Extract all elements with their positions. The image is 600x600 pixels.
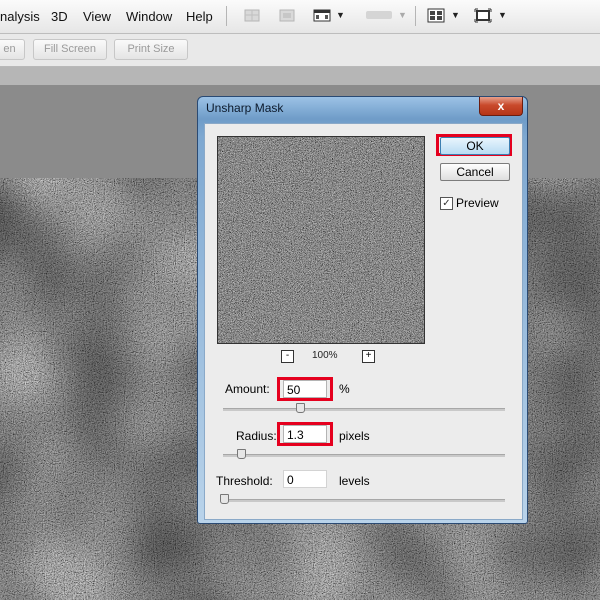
document-tab-strip xyxy=(0,67,600,85)
amount-slider-track[interactable] xyxy=(223,408,505,411)
threshold-label: Threshold: xyxy=(216,474,273,488)
guides-icon[interactable] xyxy=(243,8,261,23)
amount-field[interactable]: 50 xyxy=(283,380,327,398)
unsharp-mask-dialog: Unsharp Mask x - 100% + OK Cancel ✓ Prev… xyxy=(197,96,528,524)
threshold-slider-track[interactable] xyxy=(223,499,505,502)
screen-mode-icon[interactable] xyxy=(313,8,331,23)
menu-3d[interactable]: 3D xyxy=(51,9,68,24)
grid-icon[interactable] xyxy=(278,8,296,23)
preview-checkbox[interactable]: ✓ xyxy=(440,197,453,210)
amount-slider-thumb[interactable] xyxy=(296,403,306,413)
menu-help[interactable]: Help xyxy=(186,9,213,24)
dialog-close-button[interactable]: x xyxy=(479,97,523,116)
radius-field[interactable]: 1.3 xyxy=(283,425,327,443)
zoom-level: 100% xyxy=(312,350,338,361)
amount-label: Amount: xyxy=(225,382,270,396)
menu-analysis[interactable]: nalysis xyxy=(0,9,40,24)
threshold-field[interactable]: 0 xyxy=(283,470,327,488)
zoom-dropdown-icon[interactable]: ▼ xyxy=(398,10,407,20)
ok-button[interactable]: OK xyxy=(440,137,510,155)
radius-label: Radius: xyxy=(236,429,277,443)
menu-window[interactable]: Window xyxy=(126,9,172,24)
threshold-unit: levels xyxy=(339,474,370,488)
menu-bar: nalysis 3D View Window Help ▼ ▼ ▼ ▼ xyxy=(0,0,600,34)
screen-mode-dropdown-icon[interactable]: ▼ xyxy=(336,10,345,20)
screen-button[interactable]: en xyxy=(0,39,25,60)
print-size-button[interactable]: Print Size xyxy=(114,39,188,60)
arrange-documents-icon[interactable] xyxy=(427,8,445,23)
radius-slider-track[interactable] xyxy=(223,454,505,457)
preview-label: Preview xyxy=(456,196,499,210)
threshold-slider-thumb[interactable] xyxy=(220,494,229,504)
radius-unit: pixels xyxy=(339,429,370,443)
options-bar: en Fill Screen Print Size xyxy=(0,34,600,67)
dialog-title: Unsharp Mask xyxy=(206,101,284,115)
zoom-level-field[interactable] xyxy=(366,11,392,19)
arrange-dropdown-icon[interactable]: ▼ xyxy=(451,10,460,20)
zoom-in-button[interactable]: + xyxy=(362,350,375,363)
cancel-button[interactable]: Cancel xyxy=(440,163,510,181)
fill-screen-button[interactable]: Fill Screen xyxy=(33,39,107,60)
zoom-out-button[interactable]: - xyxy=(281,350,294,363)
screen-fit-icon[interactable] xyxy=(474,8,492,23)
radius-slider-thumb[interactable] xyxy=(236,449,246,459)
menubar-separator xyxy=(226,6,227,26)
preview-image xyxy=(218,137,424,343)
amount-unit: % xyxy=(339,382,350,396)
menu-view[interactable]: View xyxy=(83,9,111,24)
dialog-body: - 100% + OK Cancel ✓ Preview Amount: 50 … xyxy=(204,123,523,520)
preview-window[interactable] xyxy=(217,136,425,344)
screen-fit-dropdown-icon[interactable]: ▼ xyxy=(498,10,507,20)
menubar-separator xyxy=(415,6,416,26)
